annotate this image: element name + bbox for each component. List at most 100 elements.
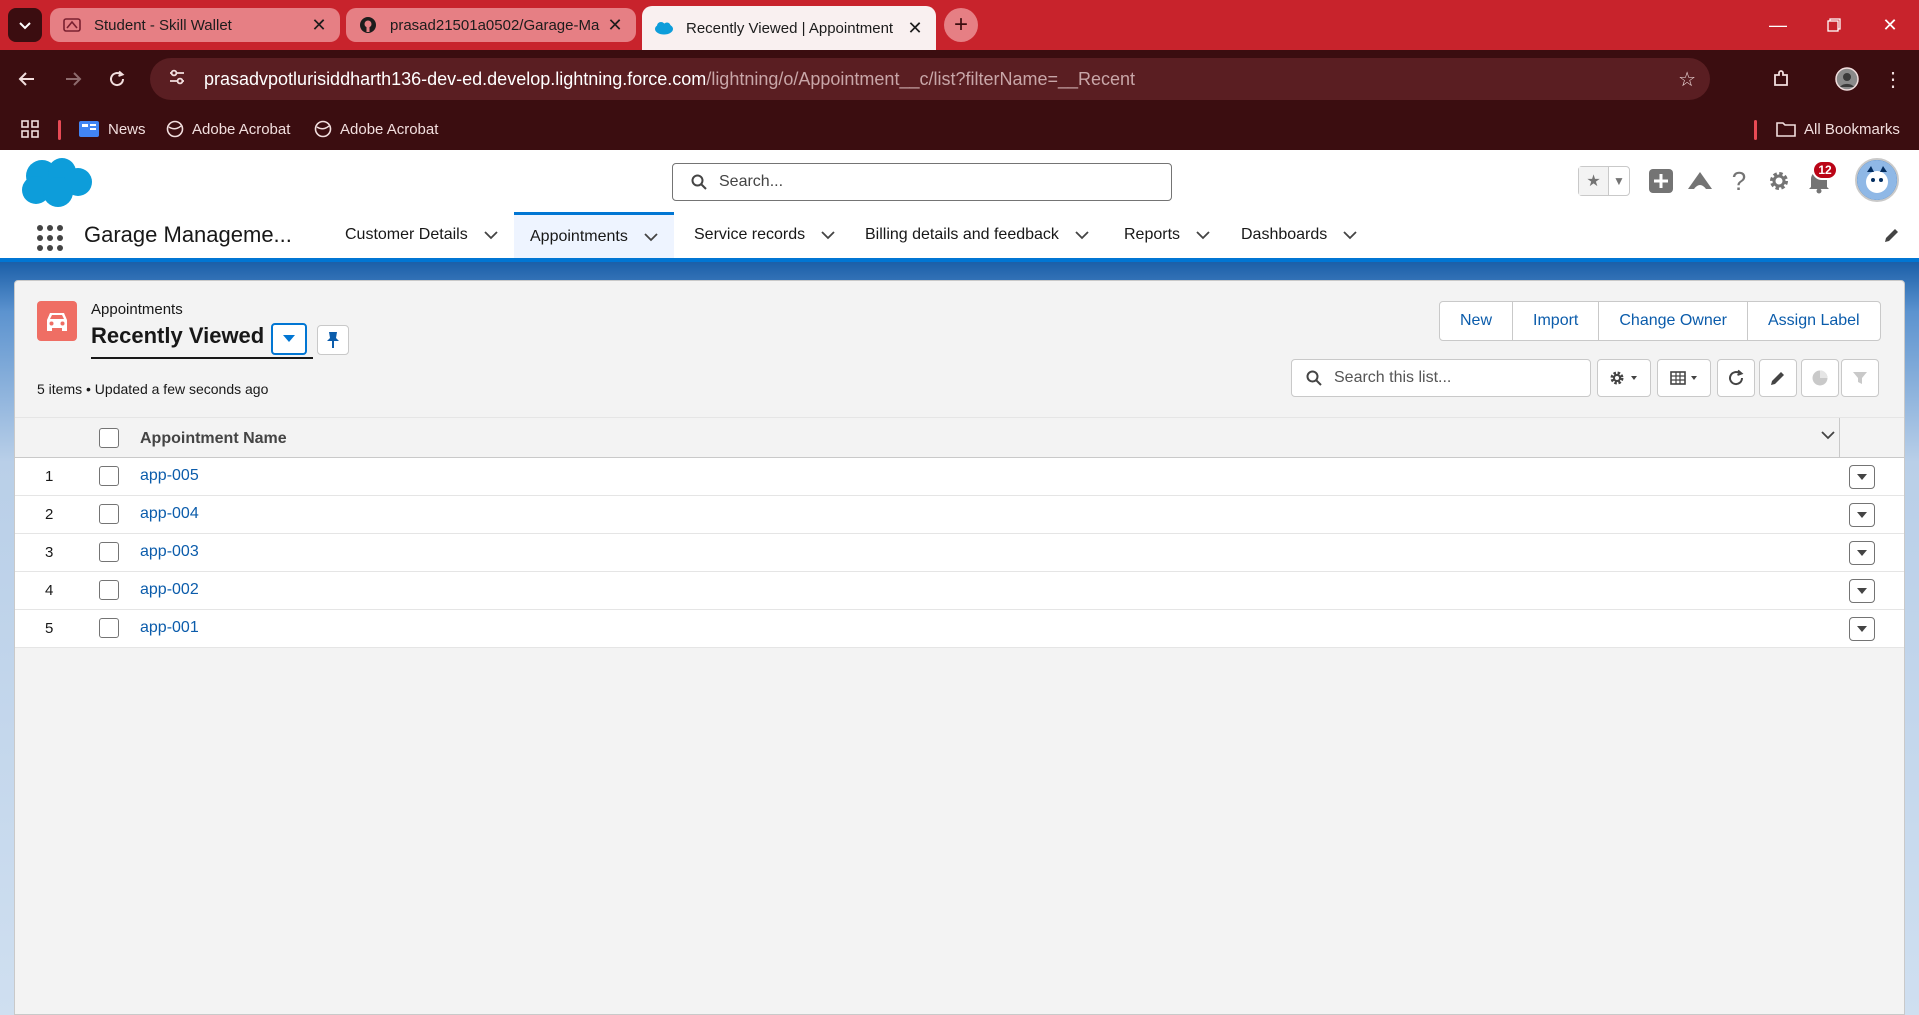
- list-actions-button-group: New Import Change Owner Assign Label: [1439, 301, 1881, 341]
- close-tab-icon[interactable]: ✕: [906, 18, 924, 39]
- trailhead-guidance-icon[interactable]: [1683, 164, 1717, 198]
- row-checkbox[interactable]: [99, 580, 119, 600]
- salesforce-logo[interactable]: [18, 156, 94, 208]
- salesforce-cloud-icon: [654, 18, 674, 38]
- bookmark-adobe-acrobat-2[interactable]: Adobe Acrobat: [314, 108, 438, 150]
- row-actions-button[interactable]: [1849, 503, 1875, 527]
- column-divider: [1839, 418, 1840, 458]
- favorites-list-dropdown[interactable]: ▼: [1609, 167, 1629, 195]
- list-view-picker-button[interactable]: [271, 323, 307, 355]
- bookmark-label: News: [108, 120, 146, 138]
- help-icon[interactable]: ?: [1722, 164, 1756, 198]
- bookmark-label: Adobe Acrobat: [192, 120, 291, 138]
- browser-tab-strip: Student - Skill Wallet ✕ prasad21501a050…: [0, 0, 1919, 50]
- gear-icon: [1610, 371, 1637, 385]
- address-bar[interactable]: prasadvpotlurisiddharth136-dev-ed.develo…: [150, 58, 1710, 100]
- record-link[interactable]: app-001: [140, 619, 199, 637]
- apps-grid-icon[interactable]: [20, 108, 40, 150]
- column-header-appointment-name[interactable]: Appointment Name: [140, 430, 287, 448]
- chevron-down-icon[interactable]: [1196, 230, 1210, 240]
- chevron-down-icon[interactable]: [1343, 230, 1357, 240]
- nav-item-billing-details[interactable]: Billing details and feedback: [849, 212, 1105, 258]
- app-navigation-bar: Garage Manageme... Customer Details Appo…: [0, 212, 1919, 262]
- reload-icon[interactable]: [100, 62, 134, 96]
- row-number: 5: [45, 620, 54, 637]
- browser-tab-github[interactable]: prasad21501a0502/Garage-Ma ✕: [346, 8, 636, 42]
- nav-item-label: Dashboards: [1241, 226, 1328, 243]
- all-bookmarks[interactable]: All Bookmarks: [1776, 108, 1900, 150]
- change-owner-button[interactable]: Change Owner: [1598, 302, 1747, 340]
- list-search-input[interactable]: Search this list...: [1291, 359, 1591, 397]
- forward-arrow-icon[interactable]: [56, 62, 90, 96]
- nav-item-dashboards[interactable]: Dashboards: [1225, 212, 1373, 258]
- nav-item-service-records[interactable]: Service records: [678, 212, 851, 258]
- browser-tab-active[interactable]: Recently Viewed | Appointment ✕: [642, 6, 936, 50]
- extensions-icon[interactable]: [1764, 62, 1798, 96]
- close-tab-icon[interactable]: ✕: [606, 15, 624, 36]
- record-link[interactable]: app-004: [140, 505, 199, 523]
- user-avatar[interactable]: [1855, 158, 1899, 202]
- app-launcher-icon[interactable]: [36, 224, 64, 252]
- nav-item-reports[interactable]: Reports: [1108, 212, 1226, 258]
- new-tab-button[interactable]: +: [944, 8, 978, 42]
- list-view-name-underline: [91, 357, 313, 359]
- row-number: 2: [45, 506, 54, 523]
- close-window-icon[interactable]: ✕: [1862, 0, 1918, 50]
- row-checkbox[interactable]: [99, 542, 119, 562]
- nav-item-appointments[interactable]: Appointments: [514, 212, 674, 258]
- tab-search-button[interactable]: [8, 8, 42, 42]
- chevron-down-icon[interactable]: [821, 230, 835, 240]
- table-icon: [1670, 371, 1697, 385]
- chevron-down-icon[interactable]: [1821, 430, 1835, 440]
- bookmark-news[interactable]: News: [78, 108, 146, 150]
- row-actions-button[interactable]: [1849, 579, 1875, 603]
- gear-icon[interactable]: [1762, 164, 1796, 198]
- minimize-window-icon[interactable]: —: [1750, 0, 1806, 50]
- refresh-button[interactable]: [1717, 359, 1755, 397]
- nav-item-customer-details[interactable]: Customer Details: [329, 212, 514, 258]
- row-checkbox[interactable]: [99, 618, 119, 638]
- browser-tab-skill-wallet[interactable]: Student - Skill Wallet ✕: [50, 8, 340, 42]
- charts-button[interactable]: [1801, 359, 1839, 397]
- row-actions-button[interactable]: [1849, 617, 1875, 641]
- pie-chart-icon: [1812, 370, 1828, 386]
- global-search-input[interactable]: Search...: [672, 163, 1172, 201]
- chevron-down-icon: [19, 22, 31, 30]
- site-info-icon[interactable]: [168, 68, 188, 91]
- bookmark-adobe-acrobat-1[interactable]: Adobe Acrobat: [166, 108, 290, 150]
- assign-label-button[interactable]: Assign Label: [1746, 302, 1880, 340]
- select-all-checkbox[interactable]: [99, 428, 119, 448]
- chevron-down-icon[interactable]: [1075, 230, 1089, 240]
- inline-edit-button[interactable]: [1759, 359, 1797, 397]
- import-button[interactable]: Import: [1512, 302, 1598, 340]
- row-checkbox[interactable]: [99, 466, 119, 486]
- chevron-down-icon[interactable]: [484, 230, 498, 240]
- pin-list-view-button[interactable]: [317, 325, 349, 355]
- tab-title: Student - Skill Wallet: [94, 16, 232, 34]
- favorites-star-icon[interactable]: ★: [1579, 167, 1609, 195]
- profile-avatar[interactable]: [1830, 62, 1864, 96]
- close-tab-icon[interactable]: ✕: [310, 15, 328, 36]
- edit-nav-pencil-icon[interactable]: [1883, 226, 1901, 249]
- record-link[interactable]: app-005: [140, 467, 199, 485]
- table-row: 4 app-002: [15, 572, 1904, 610]
- record-link[interactable]: app-003: [140, 543, 199, 561]
- object-label: Appointments: [91, 301, 183, 318]
- display-as-table-button[interactable]: [1657, 359, 1711, 397]
- filters-button[interactable]: [1841, 359, 1879, 397]
- row-checkbox[interactable]: [99, 504, 119, 524]
- chevron-down-icon: [1857, 512, 1867, 518]
- back-arrow-icon[interactable]: [10, 62, 44, 96]
- row-actions-button[interactable]: [1849, 465, 1875, 489]
- bookmark-star-icon[interactable]: ☆: [1678, 67, 1696, 92]
- new-button[interactable]: New: [1440, 302, 1512, 340]
- filter-icon: [1853, 372, 1867, 384]
- row-actions-button[interactable]: [1849, 541, 1875, 565]
- record-link[interactable]: app-002: [140, 581, 199, 599]
- global-actions-icon[interactable]: [1644, 164, 1678, 198]
- chevron-down-icon[interactable]: [644, 232, 658, 242]
- list-view-controls-button[interactable]: [1597, 359, 1651, 397]
- list-view-name[interactable]: Recently Viewed: [91, 323, 264, 349]
- restore-window-icon[interactable]: [1806, 0, 1862, 50]
- browser-menu-icon[interactable]: ⋮: [1876, 62, 1910, 96]
